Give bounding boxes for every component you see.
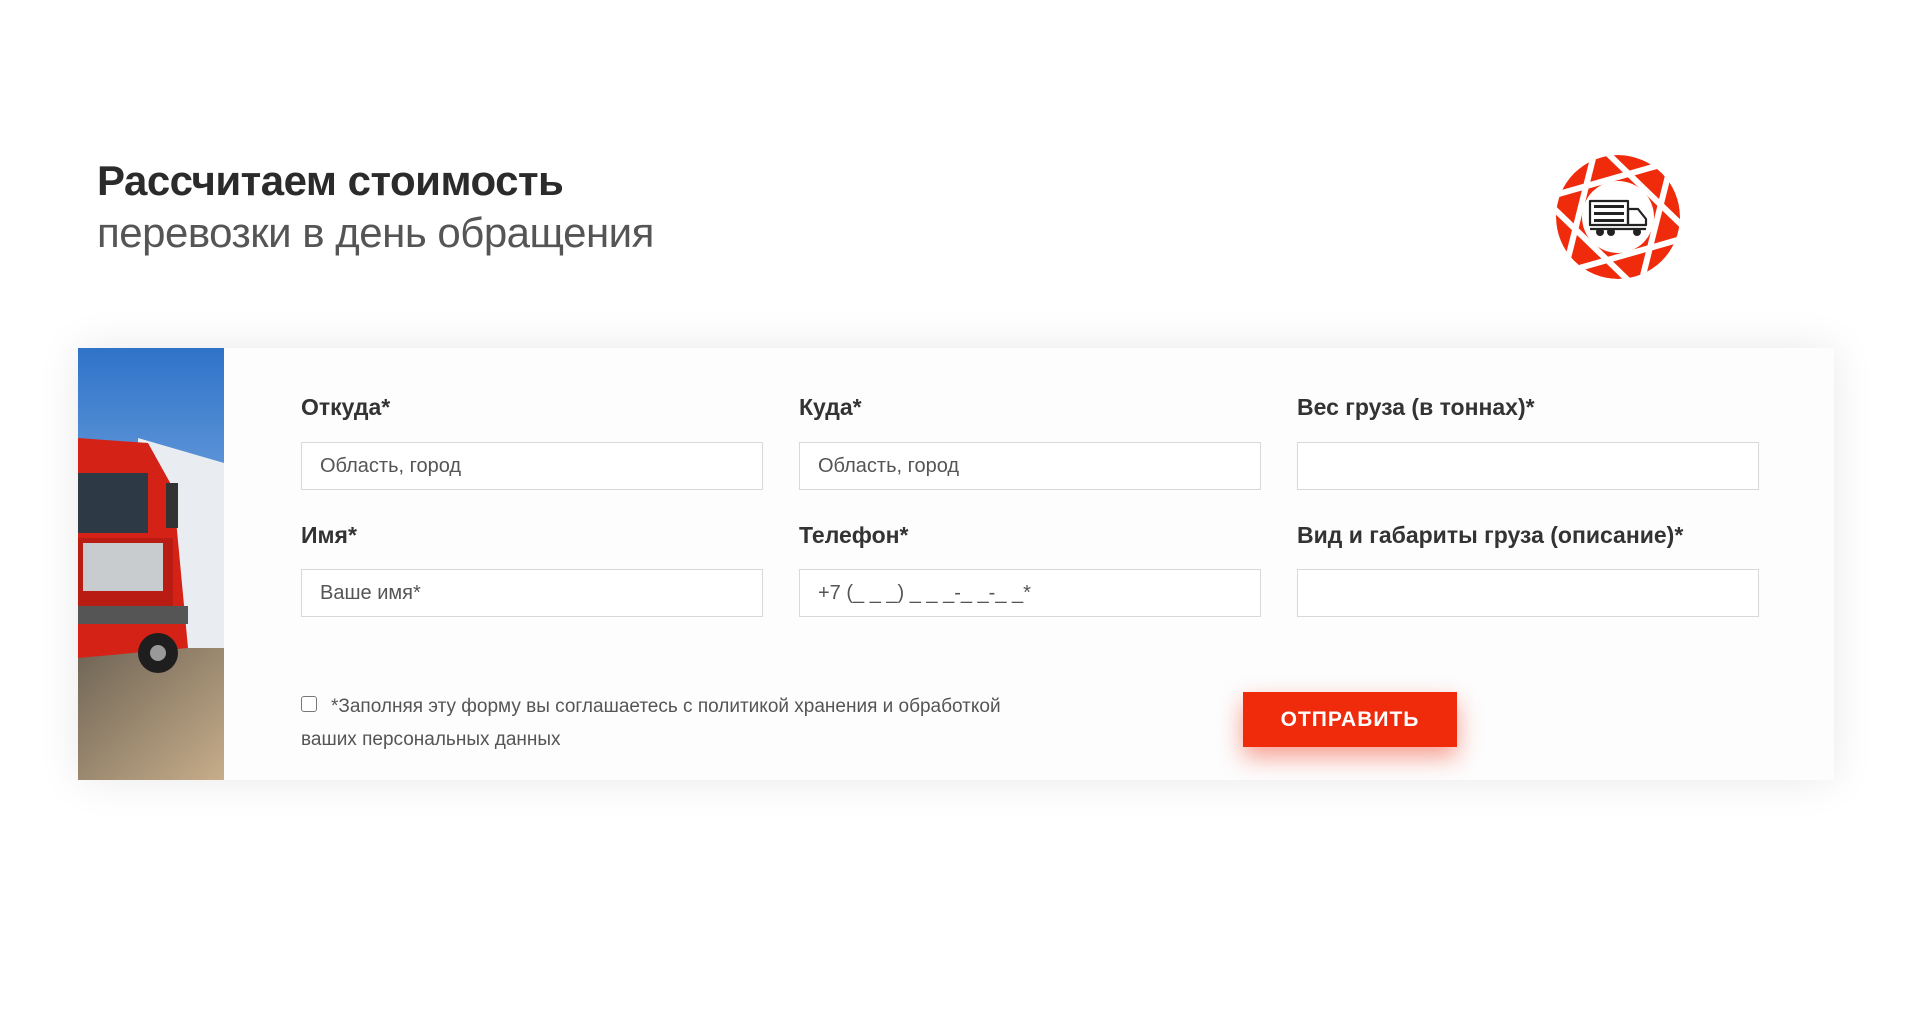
page-title: Рассчитаем стоимость [97, 157, 564, 204]
cargo-input[interactable] [1297, 569, 1759, 617]
to-input[interactable] [799, 442, 1261, 490]
weight-input[interactable] [1297, 442, 1759, 490]
phone-input[interactable] [799, 569, 1261, 617]
truck-photo [78, 348, 224, 780]
name-input[interactable] [301, 569, 763, 617]
page-subtitle: перевозки в день обращения [97, 209, 654, 256]
to-label: Куда* [799, 394, 862, 420]
submit-button[interactable]: ОТПРАВИТЬ [1243, 692, 1457, 747]
from-input[interactable] [301, 442, 763, 490]
cargo-label: Вид и габариты груза (описание)* [1297, 522, 1684, 548]
consent-text: *Заполняя эту форму вы соглашаетесь с по… [301, 696, 1001, 750]
calculation-form-card: Откуда* Куда* Вес груза (в тоннах)* Имя*… [78, 348, 1834, 780]
phone-label: Телефон* [799, 522, 909, 548]
from-label: Откуда* [301, 394, 391, 420]
weight-label: Вес груза (в тоннах)* [1297, 394, 1535, 420]
name-label: Имя* [301, 522, 357, 548]
truck-aperture-logo-icon [1553, 152, 1683, 282]
page-heading: Рассчитаем стоимость перевозки в день об… [97, 155, 654, 259]
